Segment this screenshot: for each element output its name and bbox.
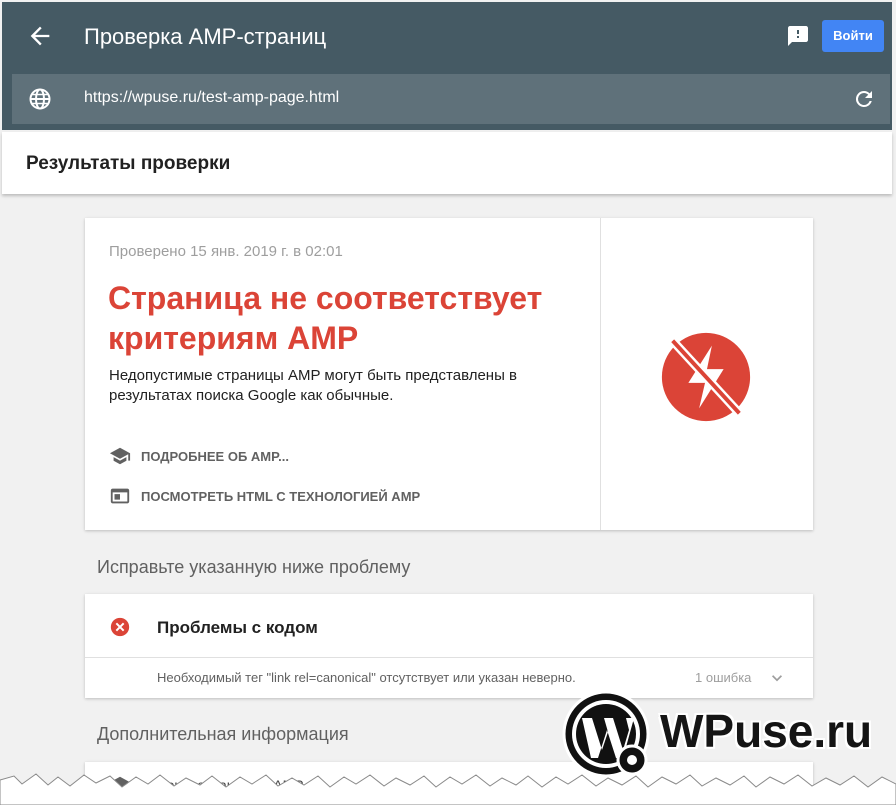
chevron-down-icon[interactable] bbox=[767, 668, 787, 688]
extra-section-title: Дополнительная информация bbox=[97, 724, 349, 744]
feedback-icon[interactable] bbox=[786, 24, 810, 48]
issue-description[interactable]: Необходимый тег "link rel=canonical" отс… bbox=[157, 670, 576, 685]
results-bar: Результаты проверки bbox=[2, 132, 892, 194]
amp-invalid-icon bbox=[661, 332, 751, 422]
checked-timestamp: Проверено 15 янв. 2019 г. в 02:01 bbox=[109, 243, 343, 260]
url-field[interactable]: https://wpuse.ru/test-amp-page.html bbox=[84, 89, 339, 107]
issue-count: 1 ошибка bbox=[695, 670, 752, 685]
learn-amp-link[interactable]: ПОДРОБНЕЕ ОБ AMP... bbox=[109, 444, 289, 468]
error-circle-icon bbox=[110, 617, 130, 637]
issue-title: Проблемы с кодом bbox=[157, 618, 318, 637]
fix-section-title: Исправьте указанную ниже проблему bbox=[97, 557, 411, 577]
app-header: Проверка AMP-страниц Войти https://wpuse… bbox=[2, 2, 892, 130]
url-bar: https://wpuse.ru/test-amp-page.html bbox=[12, 74, 890, 124]
globe-icon bbox=[29, 88, 51, 110]
view-amp-html-link[interactable]: ПОСМОТРЕТЬ HTML С ТЕХНОЛОГИЕЙ AMP bbox=[109, 484, 420, 508]
results-heading: Результаты проверки bbox=[26, 153, 231, 174]
login-button[interactable]: Войти bbox=[822, 20, 884, 52]
issue-card: Проблемы с кодом Необходимый тег "link r… bbox=[85, 594, 813, 698]
page-title: Проверка AMP-страниц bbox=[84, 24, 327, 49]
graduation-cap-icon bbox=[109, 776, 131, 794]
graduation-cap-icon bbox=[109, 447, 131, 465]
browser-window-icon bbox=[110, 488, 130, 504]
watermark-text: WPuse.ru bbox=[660, 705, 873, 757]
verdict-title: Страница не соответствует критериям AMP bbox=[108, 280, 543, 356]
wordpress-logo-icon bbox=[562, 690, 650, 778]
documentation-link[interactable]: Документация по AMP bbox=[157, 777, 304, 793]
summary-card: Проверено 15 янв. 2019 г. в 02:01 Страни… bbox=[85, 218, 813, 530]
card-divider bbox=[600, 218, 601, 530]
view-amp-html-label: ПОСМОТРЕТЬ HTML С ТЕХНОЛОГИЕЙ AMP bbox=[141, 488, 421, 504]
reload-icon[interactable] bbox=[852, 87, 876, 111]
watermark: WPuse.ru bbox=[560, 688, 890, 793]
learn-amp-label: ПОДРОБНЕЕ ОБ AMP... bbox=[141, 448, 289, 464]
verdict-description: Недопустимые страницы AMP могут быть пре… bbox=[109, 367, 517, 404]
issue-separator bbox=[85, 657, 813, 658]
back-arrow-icon[interactable] bbox=[26, 22, 54, 50]
